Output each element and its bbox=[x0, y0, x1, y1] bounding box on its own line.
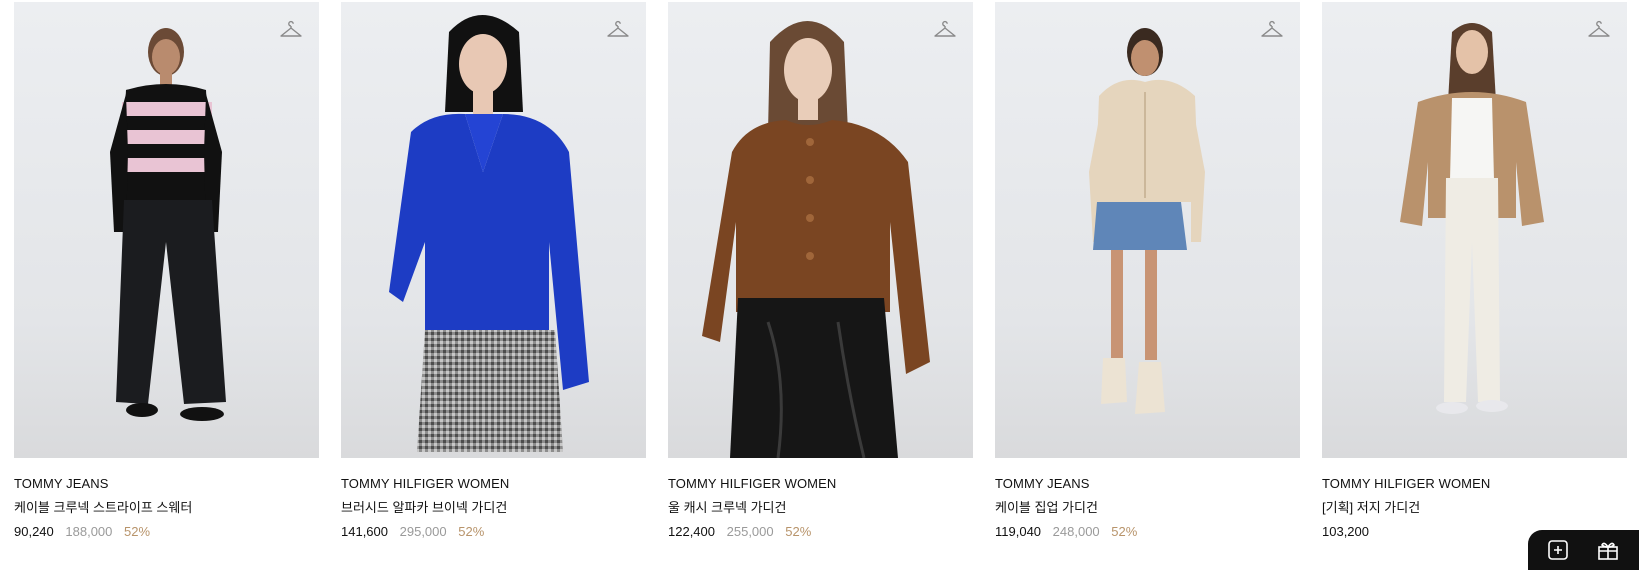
model-photo bbox=[702, 21, 930, 458]
model-photo bbox=[389, 15, 589, 452]
product-image[interactable] bbox=[1322, 2, 1627, 458]
gift-icon[interactable] bbox=[1596, 538, 1620, 562]
hanger-icon[interactable] bbox=[1587, 19, 1611, 43]
discount-rate: 52% bbox=[1111, 524, 1138, 539]
price-row: 141,600 295,000 52% bbox=[341, 523, 646, 541]
sale-price: 122,400 bbox=[668, 524, 715, 539]
model-photo bbox=[1089, 28, 1205, 414]
product-name: [기획] 저지 가디건 bbox=[1322, 500, 1421, 515]
sale-price: 119,040 bbox=[995, 524, 1042, 539]
product-name: 브러시드 알파카 브이넥 가디건 bbox=[341, 500, 508, 515]
product-name: 케이블 크루넥 스트라이프 스웨터 bbox=[14, 500, 193, 515]
model-photo bbox=[110, 28, 226, 421]
product-image[interactable] bbox=[668, 2, 973, 458]
product-card[interactable]: TOMMY JEANS 케이블 집업 가디건 119,040 248,000 5… bbox=[995, 2, 1300, 541]
hanger-icon[interactable] bbox=[933, 19, 957, 43]
product-brand: TOMMY JEANS bbox=[995, 476, 1090, 491]
product-card[interactable]: TOMMY HILFIGER WOMEN [기획] 저지 가디건 103,200 bbox=[1322, 2, 1627, 541]
product-brand: TOMMY HILFIGER WOMEN bbox=[341, 476, 510, 491]
add-icon[interactable] bbox=[1546, 538, 1570, 562]
price-row: 122,400 255,000 52% bbox=[668, 523, 973, 541]
hanger-icon[interactable] bbox=[606, 19, 630, 43]
product-card[interactable]: TOMMY JEANS 케이블 크루넥 스트라이프 스웨터 90,240 188… bbox=[14, 2, 319, 541]
product-image[interactable] bbox=[995, 2, 1300, 458]
price-row: 90,240 188,000 52% bbox=[14, 523, 319, 541]
product-grid: TOMMY JEANS 케이블 크루넥 스트라이프 스웨터 90,240 188… bbox=[14, 2, 1627, 541]
floating-action-bar bbox=[1528, 530, 1639, 570]
product-image[interactable] bbox=[341, 2, 646, 458]
discount-rate: 52% bbox=[124, 524, 151, 539]
sale-price: 90,240 bbox=[14, 524, 54, 539]
original-price: 248,000 bbox=[1052, 524, 1100, 539]
sale-price: 103,200 bbox=[1322, 524, 1369, 539]
product-brand: TOMMY JEANS bbox=[14, 476, 109, 491]
discount-rate: 52% bbox=[458, 524, 485, 539]
price-row: 119,040 248,000 52% bbox=[995, 523, 1300, 541]
product-image[interactable] bbox=[14, 2, 319, 458]
original-price: 295,000 bbox=[399, 524, 447, 539]
product-card[interactable]: TOMMY HILFIGER WOMEN 울 캐시 크루넥 가디건 122,40… bbox=[668, 2, 973, 541]
discount-rate: 52% bbox=[785, 524, 812, 539]
sale-price: 141,600 bbox=[341, 524, 388, 539]
hanger-icon[interactable] bbox=[1260, 19, 1284, 43]
product-name: 울 캐시 크루넥 가디건 bbox=[668, 500, 787, 515]
original-price: 188,000 bbox=[65, 524, 113, 539]
original-price: 255,000 bbox=[726, 524, 774, 539]
product-brand: TOMMY HILFIGER WOMEN bbox=[668, 476, 837, 491]
model-photo bbox=[1400, 23, 1544, 414]
product-name: 케이블 집업 가디건 bbox=[995, 500, 1098, 515]
hanger-icon[interactable] bbox=[279, 19, 303, 43]
product-card[interactable]: TOMMY HILFIGER WOMEN 브러시드 알파카 브이넥 가디건 14… bbox=[341, 2, 646, 541]
product-brand: TOMMY HILFIGER WOMEN bbox=[1322, 476, 1491, 491]
